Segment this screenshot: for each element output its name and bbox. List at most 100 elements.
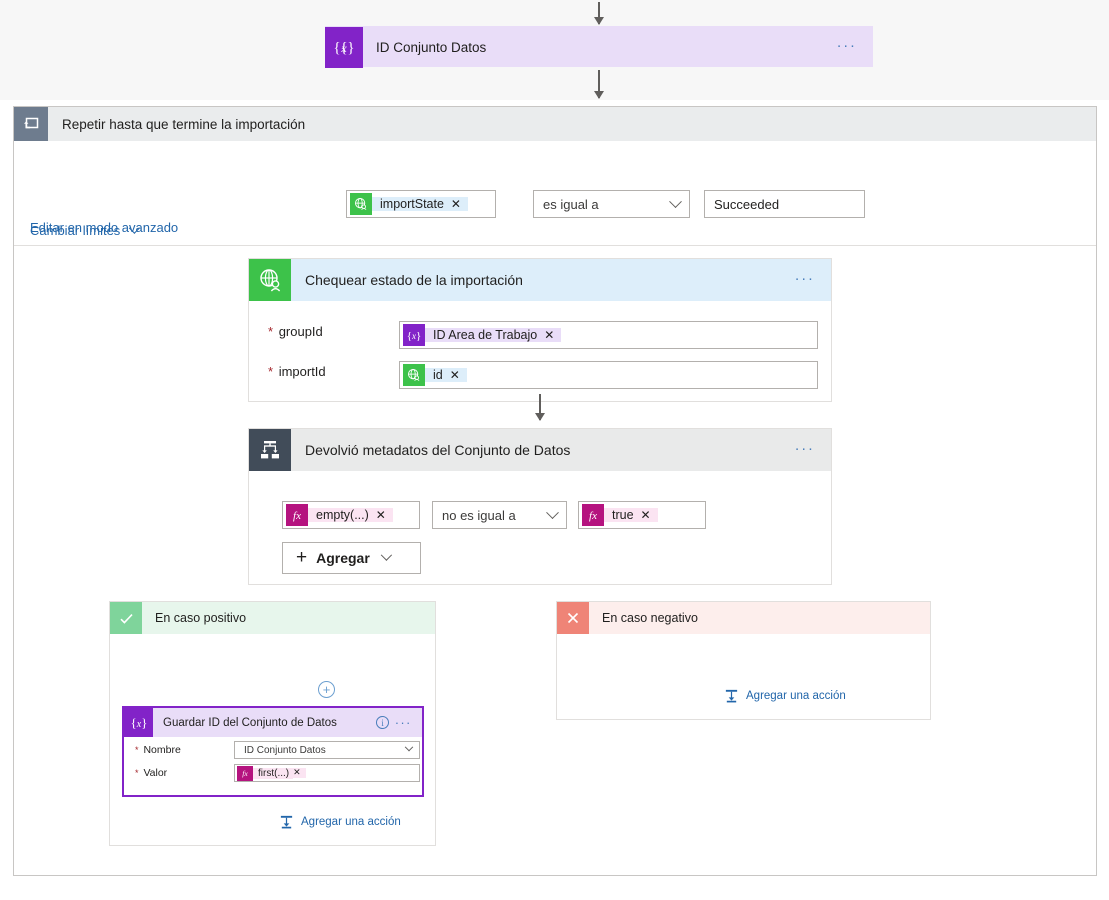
http-action-card[interactable]: Chequear estado de la importación ... * … (248, 258, 832, 402)
param-row-importid: * importId (249, 355, 831, 395)
token-true-expression[interactable]: fx true ✕ (582, 504, 658, 526)
connector-arrow-top (598, 2, 600, 24)
http-action-title: Chequear estado de la importación (291, 272, 795, 288)
loop-condition-left-field[interactable]: importState ✕ (346, 190, 496, 218)
branch-if-no-body: Agregar una acción (557, 634, 930, 719)
param-row-groupid: * groupId {x} ID Area de Trabajo ✕ (249, 315, 831, 355)
token-label: empty(...) (308, 508, 376, 522)
param-label-nombre: * Nombre (135, 744, 181, 756)
condition-action-card[interactable]: Devolvió metadatos del Conjunto de Datos… (248, 428, 832, 585)
insert-step-button[interactable]: + (318, 681, 335, 698)
required-asterisk: * (268, 364, 273, 379)
variable-braces-icon: {x} (403, 324, 425, 346)
svg-text:fx: fx (242, 769, 248, 778)
chevron-down-icon (669, 195, 682, 208)
token-remove-icon[interactable]: ✕ (544, 328, 561, 342)
branch-if-no-header: En caso negativo (557, 602, 930, 634)
add-action-no-label: Agregar una acción (746, 690, 846, 702)
add-condition-button[interactable]: + Agregar (282, 542, 421, 574)
until-loop-title: Repetir hasta que termine la importación (48, 117, 305, 132)
http-globe-icon (403, 364, 425, 386)
http-action-header: Chequear estado de la importación ... (249, 259, 831, 301)
checkmark-icon (110, 602, 142, 634)
fx-icon: fx (582, 504, 604, 526)
token-label: ID Area de Trabajo (425, 328, 544, 342)
token-label: first(...) (253, 768, 293, 779)
add-action-yes-label: Agregar una acción (301, 816, 401, 828)
variable-braces-icon: { x } { (325, 27, 363, 68)
set-variable-card[interactable]: {x} Guardar ID del Conjunto de Datos i .… (122, 706, 424, 797)
set-variable-name-value: ID Conjunto Datos (244, 745, 326, 756)
set-variable-header: {x} Guardar ID del Conjunto de Datos i .… (124, 708, 422, 737)
until-loop-header[interactable]: Repetir hasta que termine la importación (14, 107, 1096, 141)
change-limits-label: Cambiar límites (30, 223, 120, 238)
condition-action-header: Devolvió metadatos del Conjunto de Datos… (249, 429, 831, 471)
svg-text:x: x (340, 41, 347, 55)
add-action-icon (724, 688, 739, 703)
token-remove-icon[interactable]: ✕ (376, 508, 393, 522)
token-remove-icon[interactable]: ✕ (641, 508, 658, 522)
variable-card-header: { x } { ID Conjunto Datos ... (325, 26, 873, 68)
close-x-icon (557, 602, 589, 634)
condition-operator-select[interactable]: no es igual a (432, 501, 567, 529)
loop-condition-right-value: Succeeded (714, 197, 779, 212)
token-first-expression[interactable]: fx first(...) ✕ (237, 766, 306, 781)
operator-value: no es igual a (442, 508, 516, 523)
add-condition-label: Agregar (316, 550, 370, 566)
loop-condition-right-input[interactable]: Succeeded (704, 190, 865, 218)
set-variable-value-field[interactable]: fx first(...) ✕ (234, 764, 420, 782)
token-remove-icon[interactable]: ✕ (293, 768, 306, 778)
flow-designer-canvas: { x } { ID Conjunto Datos ... Repetir ha… (0, 0, 1109, 900)
variable-card-title: ID Conjunto Datos (363, 40, 837, 55)
until-loop-condition-row: importState ✕ es igual a Succeeded Edita… (14, 141, 1096, 246)
chevron-down-icon (381, 550, 392, 561)
token-label: id (425, 368, 450, 382)
condition-action-body: fx empty(...) ✕ no es igual a fx (249, 471, 831, 584)
http-action-body: * groupId {x} ID Area de Trabajo ✕ (249, 301, 831, 401)
loop-condition-operator-select[interactable]: es igual a (533, 190, 690, 218)
chevron-down-icon (405, 743, 413, 751)
condition-action-overflow-menu[interactable]: ... (795, 441, 831, 459)
token-label: importState (372, 197, 451, 211)
add-action-yes[interactable]: Agregar una acción (279, 814, 401, 829)
http-globe-icon (350, 193, 372, 215)
branch-if-no-title: En caso negativo (589, 611, 698, 625)
plus-icon: + (296, 547, 307, 569)
param-label-valor: * Valor (135, 767, 167, 779)
variable-card-overflow-menu[interactable]: ... (837, 38, 873, 56)
token-empty-expression[interactable]: fx empty(...) ✕ (286, 504, 393, 526)
token-label: true (604, 508, 641, 522)
variable-card-id-conjunto-datos[interactable]: { x } { ID Conjunto Datos ... (325, 26, 873, 67)
svg-text:{: { (333, 40, 340, 56)
change-limits-link[interactable]: Cambiar límites (30, 223, 137, 238)
param-row-nombre: * Nombre ID Conjunto Datos (124, 737, 422, 760)
param-name: groupId (279, 324, 323, 339)
set-variable-title: Guardar ID del Conjunto de Datos (153, 717, 376, 729)
param-input-importid[interactable]: id ✕ (399, 361, 818, 389)
condition-left-field[interactable]: fx empty(...) ✕ (282, 501, 420, 529)
param-input-groupid[interactable]: {x} ID Area de Trabajo ✕ (399, 321, 818, 349)
condition-right-field[interactable]: fx true ✕ (578, 501, 706, 529)
token-remove-icon[interactable]: ✕ (451, 197, 468, 211)
token-remove-icon[interactable]: ✕ (450, 368, 467, 382)
connector-arrow-to-condition (539, 394, 541, 420)
set-variable-name-select[interactable]: ID Conjunto Datos (234, 741, 420, 759)
required-asterisk: * (135, 745, 139, 755)
condition-action-title: Devolvió metadatos del Conjunto de Datos (291, 442, 795, 458)
http-action-overflow-menu[interactable]: ... (795, 271, 831, 289)
set-variable-overflow-menu[interactable]: ... (395, 715, 422, 731)
svg-text:{x}: {x} (407, 330, 422, 342)
add-action-no[interactable]: Agregar una acción (724, 688, 846, 703)
chevron-down-icon (546, 506, 559, 519)
required-asterisk: * (135, 768, 139, 778)
info-icon[interactable]: i (376, 716, 389, 729)
param-label-groupid: * groupId (268, 324, 323, 339)
add-action-icon (279, 814, 294, 829)
token-importstate[interactable]: importState ✕ (350, 193, 468, 215)
branch-if-yes-header: En caso positivo (110, 602, 435, 634)
branch-if-no: En caso negativo Agregar una acción (556, 601, 931, 720)
branch-if-yes-title: En caso positivo (142, 611, 246, 625)
token-id[interactable]: id ✕ (403, 364, 467, 386)
param-row-valor: * Valor fx first(...) (124, 760, 422, 783)
token-id-area-de-trabajo[interactable]: {x} ID Area de Trabajo ✕ (403, 324, 561, 346)
